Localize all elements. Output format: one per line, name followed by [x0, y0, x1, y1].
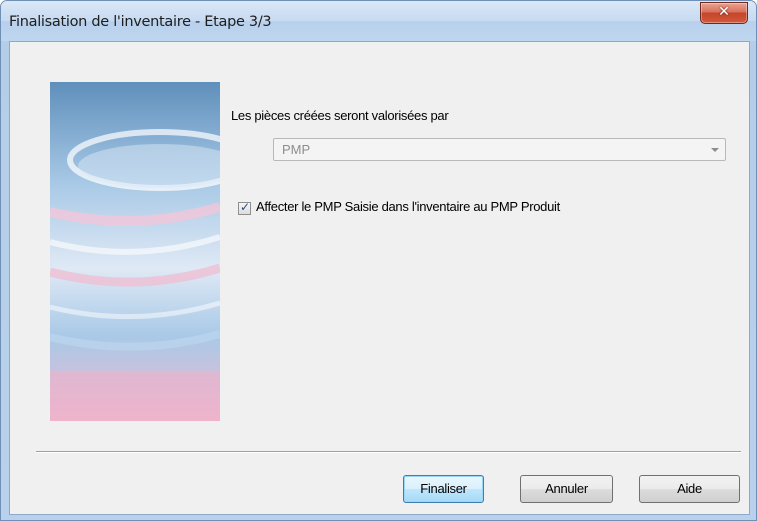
cancel-button[interactable]: Annuler — [520, 475, 613, 503]
chevron-down-icon — [711, 148, 719, 152]
dialog-content: Les pièces créées seront valorisées par … — [9, 41, 750, 515]
check-icon: ✓ — [240, 200, 251, 214]
close-icon: ✕ — [718, 4, 730, 20]
title-bar[interactable]: Finalisation de l'inventaire - Etape 3/3… — [1, 1, 756, 41]
window-title: Finalisation de l'inventaire - Etape 3/3 — [9, 14, 272, 30]
affect-pmp-checkbox[interactable]: ✓ — [238, 200, 251, 215]
help-button[interactable]: Aide — [639, 475, 740, 503]
wizard-side-image — [50, 82, 220, 421]
valuation-label: Les pièces créées seront valorisées par — [231, 108, 449, 123]
valuation-select[interactable]: PMP — [273, 138, 726, 161]
close-button[interactable]: ✕ — [700, 2, 748, 24]
affect-pmp-label[interactable]: Affecter le PMP Saisie dans l'inventaire… — [256, 199, 560, 214]
finalize-button[interactable]: Finaliser — [403, 475, 484, 503]
glass-jar-illustration — [50, 82, 220, 421]
valuation-select-value: PMP — [282, 142, 311, 157]
separator-line — [36, 451, 741, 453]
dialog-window: Finalisation de l'inventaire - Etape 3/3… — [0, 0, 757, 521]
